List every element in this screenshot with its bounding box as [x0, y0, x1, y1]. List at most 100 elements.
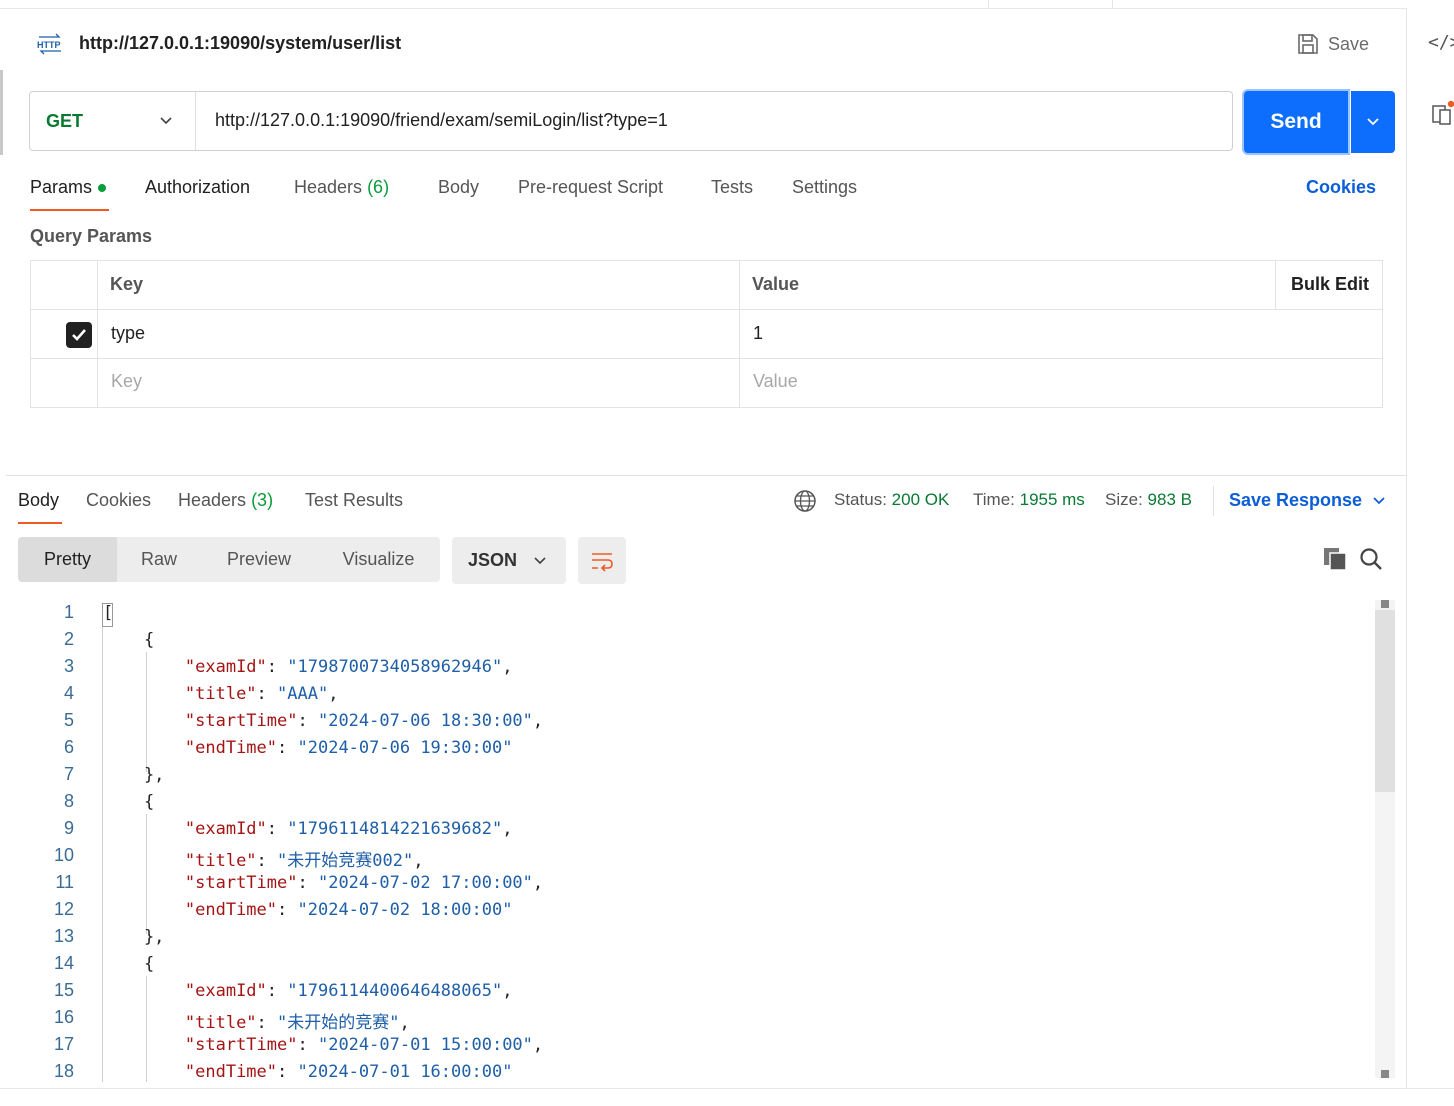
json-punctuation: [103, 981, 185, 1001]
code-line: },: [103, 927, 164, 947]
top-tab-strip: [0, 0, 1454, 9]
tab-settings[interactable]: Settings: [792, 177, 857, 198]
code-snippet-icon[interactable]: </>: [1428, 32, 1454, 53]
line-number: 1: [63, 602, 74, 622]
left-edge-marker: [0, 70, 3, 155]
param-value-input[interactable]: 1: [753, 323, 763, 344]
json-punctuation: [103, 900, 185, 920]
key-column-header: Key: [110, 274, 144, 294]
tab-params[interactable]: Params: [30, 177, 107, 198]
tab-headers[interactable]: Headers (6): [294, 177, 389, 198]
json-punctuation: ,: [532, 873, 544, 893]
json-punctuation: :: [256, 1013, 278, 1033]
status-value: 200 OK: [891, 490, 950, 509]
scrollbar-thumb[interactable]: [1375, 610, 1395, 792]
tab-response-headers[interactable]: Headers (3): [178, 490, 273, 511]
editor-scrollbar[interactable]: [1375, 600, 1395, 1078]
status-label: Status:: [834, 490, 887, 509]
new-key-input[interactable]: Key: [111, 371, 142, 392]
line-number: 11: [55, 872, 74, 892]
view-visualize-button[interactable]: Visualize: [317, 537, 440, 582]
column-divider: [97, 261, 98, 407]
bulk-edit-button[interactable]: Bulk Edit: [1291, 274, 1369, 295]
globe-icon[interactable]: [793, 489, 817, 513]
status-bar: [0, 1088, 1454, 1106]
wrap-lines-icon: [592, 552, 613, 572]
separator: [1213, 486, 1214, 516]
response-body-editor[interactable]: 1 [2 {3 "examId": "1798700734058962946", 4…: [18, 600, 1368, 1082]
scroll-up-arrow[interactable]: [1381, 600, 1389, 608]
line-number: 2: [63, 629, 74, 649]
code-line: "startTime": "2024-07-01 15:00:00",: [103, 1035, 543, 1055]
tab-response-body[interactable]: Body: [18, 490, 59, 511]
tab-test-results[interactable]: Test Results: [305, 490, 403, 511]
column-divider: [1275, 261, 1276, 309]
headers-count: (6): [367, 177, 390, 197]
json-punctuation: [103, 711, 185, 731]
line-number: 15: [53, 980, 74, 1000]
chevron-down-icon: [1367, 118, 1379, 126]
new-value-input[interactable]: Value: [753, 371, 798, 392]
json-punctuation: :: [266, 819, 288, 839]
tab-response-headers-label: Headers: [178, 490, 247, 510]
wrap-lines-button[interactable]: [578, 537, 626, 584]
view-preview-button[interactable]: Preview: [201, 537, 317, 582]
response-size[interactable]: Size: 983 B: [1105, 490, 1192, 510]
json-punctuation: [103, 738, 185, 758]
format-select[interactable]: JSON: [452, 537, 566, 584]
size-label: Size:: [1105, 490, 1143, 509]
json-string: "2024-07-06 18:30:00": [317, 711, 533, 731]
method-select[interactable]: GET: [30, 92, 196, 150]
save-button[interactable]: Save: [1296, 30, 1369, 58]
line-number: 18: [53, 1061, 74, 1081]
send-options-button[interactable]: [1351, 91, 1395, 153]
json-string: "2024-07-01 16:00:00": [297, 1062, 513, 1082]
line-number: 9: [63, 818, 74, 838]
search-icon[interactable]: [1358, 546, 1384, 572]
response-status[interactable]: Status: 200 OK: [834, 490, 949, 510]
line-number: 6: [63, 737, 74, 757]
right-sidebar: [1406, 8, 1454, 1088]
json-punctuation: ,: [413, 851, 424, 871]
tab-response-cookies[interactable]: Cookies: [86, 490, 151, 511]
view-raw-button[interactable]: Raw: [117, 537, 201, 582]
json-key: "title": [184, 684, 257, 704]
pane-resize-divider[interactable]: [6, 475, 1406, 476]
tab-body[interactable]: Body: [438, 177, 479, 198]
response-headers-count: (3): [251, 490, 274, 510]
json-string: "2024-07-01 15:00:00": [317, 1035, 533, 1055]
json-key: "startTime": [184, 873, 298, 893]
json-punctuation: :: [277, 1062, 298, 1082]
code-line: },: [103, 765, 164, 785]
json-punctuation: :: [266, 981, 288, 1001]
json-string: "2024-07-02 17:00:00": [317, 873, 533, 893]
param-key-input[interactable]: type: [111, 323, 145, 344]
json-punctuation: {: [103, 630, 155, 650]
cookies-link[interactable]: Cookies: [1306, 177, 1376, 198]
scroll-down-arrow[interactable]: [1381, 1070, 1389, 1078]
url-input[interactable]: http://127.0.0.1:19090/friend/exam/semiL…: [215, 110, 668, 131]
params-active-dot: [98, 184, 107, 193]
save-response-button[interactable]: Save Response: [1229, 490, 1386, 511]
documentation-icon[interactable]: [1432, 100, 1454, 126]
json-punctuation: [103, 851, 185, 871]
request-title[interactable]: http://127.0.0.1:19090/system/user/list: [79, 33, 401, 54]
json-punctuation: :: [266, 657, 288, 677]
copy-icon[interactable]: [1322, 546, 1348, 572]
save-icon: [1298, 34, 1318, 54]
size-value: 983 B: [1147, 490, 1192, 509]
json-punctuation: [: [103, 603, 114, 623]
view-pretty-button[interactable]: Pretty: [18, 537, 117, 582]
json-key: "title": [184, 851, 257, 871]
json-punctuation: :: [256, 684, 278, 704]
line-number: 5: [63, 710, 74, 730]
send-button[interactable]: Send: [1244, 91, 1348, 153]
value-column-header: Value: [752, 274, 800, 294]
tab-tests[interactable]: Tests: [711, 177, 753, 198]
response-time[interactable]: Time: 1955 ms: [973, 490, 1085, 510]
tab-authorization[interactable]: Authorization: [145, 177, 250, 198]
tab-prerequest-script[interactable]: Pre-request Script: [518, 177, 663, 198]
json-punctuation: :: [297, 873, 318, 893]
param-enabled-checkbox[interactable]: [66, 322, 92, 348]
json-string: "1796114400646488065": [287, 981, 503, 1001]
